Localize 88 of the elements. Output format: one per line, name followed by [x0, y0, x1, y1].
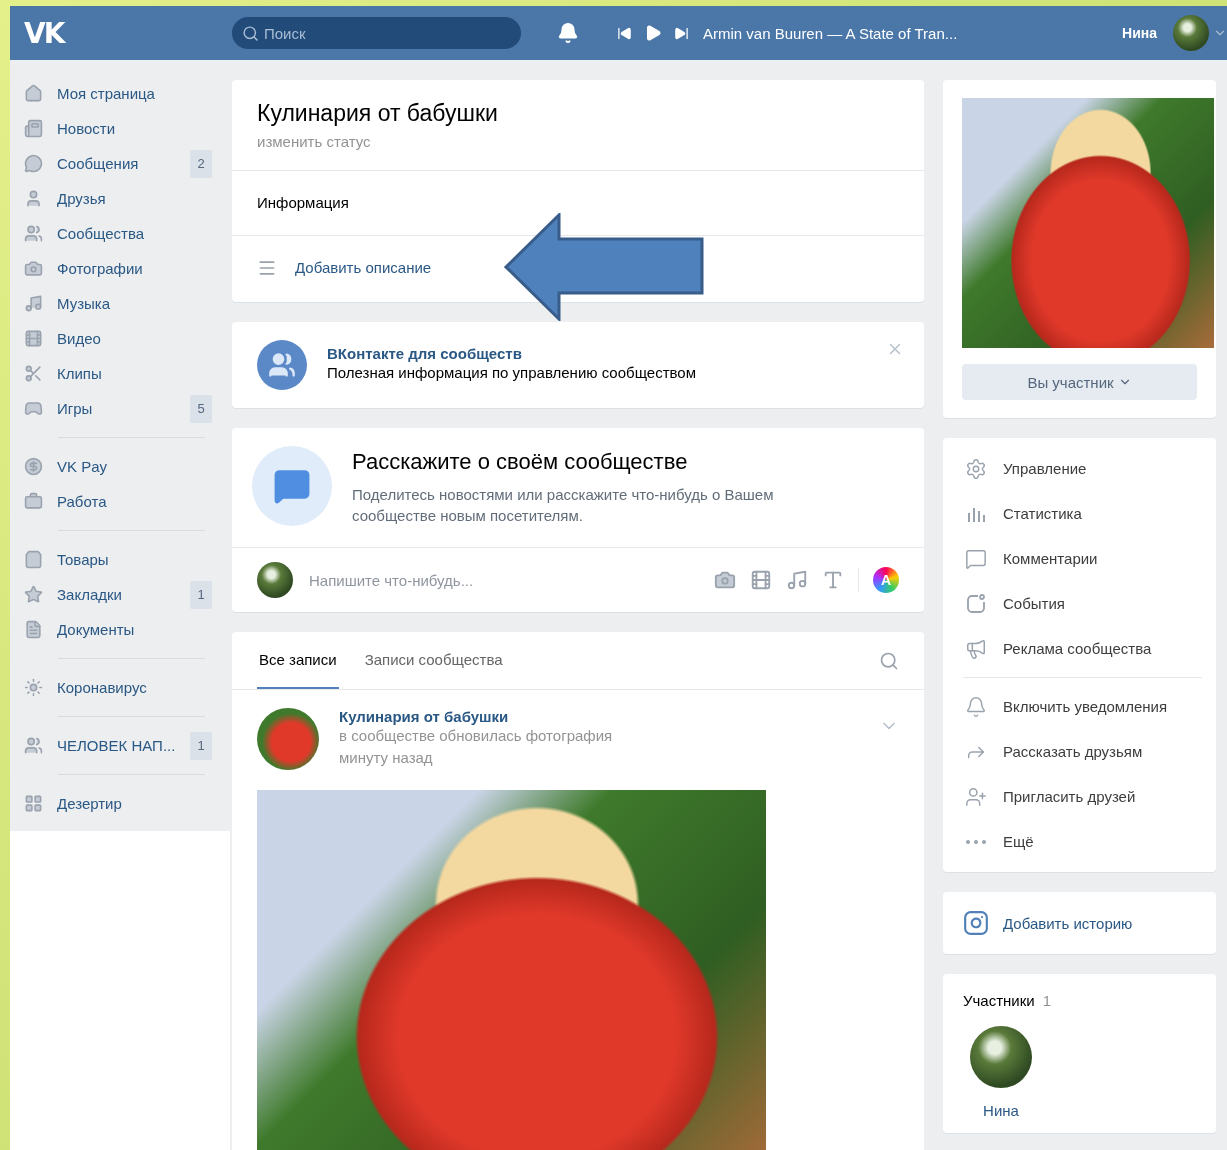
sidebar-item[interactable]: Новости — [10, 111, 230, 146]
sidebar-item[interactable]: Клипы — [10, 356, 230, 391]
sidebar-item[interactable]: ЧЕЛОВЕК НАП... 1 — [10, 728, 230, 763]
count-badge: 2 — [190, 149, 212, 178]
sidebar-item[interactable]: Закладки 1 — [10, 577, 230, 612]
bell-icon — [965, 695, 987, 718]
member-button[interactable]: Вы участник — [962, 364, 1197, 400]
film-icon[interactable] — [750, 569, 772, 592]
action-item[interactable]: Управление — [943, 446, 1216, 491]
search-field[interactable]: Поиск — [232, 17, 521, 49]
add-description-link[interactable]: Добавить описание — [295, 259, 432, 277]
action-item[interactable]: Реклама сообщества — [943, 626, 1216, 671]
coin-icon — [24, 457, 43, 476]
sidebar-item[interactable]: Работа — [10, 484, 230, 519]
promo-text: Полезная информация по управлению сообществом — [327, 363, 696, 384]
document-icon — [24, 620, 43, 639]
sidebar-item[interactable]: Фотографии — [10, 251, 230, 286]
briefcase-icon — [24, 492, 43, 511]
megaphone-icon — [965, 637, 987, 660]
sidebar-item[interactable]: Сообщения 2 — [10, 146, 230, 181]
newspaper-icon — [24, 119, 43, 138]
sidebar-item[interactable]: Моя страница — [10, 76, 230, 111]
promo-title-link[interactable]: ВКонтакте для сообществ — [327, 345, 696, 363]
count-badge: 1 — [190, 580, 212, 609]
story-camera-icon — [963, 910, 989, 936]
sidebar-item[interactable]: VK Pay — [10, 449, 230, 484]
gamepad-icon — [24, 399, 43, 418]
add-user-icon — [965, 785, 987, 808]
action-item[interactable]: Ещё — [943, 819, 1216, 864]
sidebar-item[interactable]: Коронавирус — [10, 670, 230, 705]
action-item[interactable]: События — [943, 581, 1216, 626]
sidebar-item[interactable]: Музыка — [10, 286, 230, 321]
sidebar-item[interactable]: Документы — [10, 612, 230, 647]
community-name: Кулинария от бабушки — [257, 100, 498, 127]
grid-icon — [24, 794, 43, 813]
next-track-icon[interactable] — [674, 25, 689, 41]
music-note-icon[interactable] — [786, 569, 808, 592]
user-avatar — [257, 562, 293, 599]
settings-icon — [965, 457, 987, 480]
more-icon — [966, 839, 986, 844]
members-title: Участники — [963, 992, 1035, 1009]
add-story-link[interactable]: Добавить историю — [943, 892, 1216, 954]
logo[interactable]: VK — [24, 16, 64, 50]
sidebar-item[interactable]: Сообщества — [10, 216, 230, 251]
speech-bubble-icon — [965, 547, 987, 570]
users-icon — [257, 339, 307, 390]
action-item[interactable]: Комментарии — [943, 536, 1216, 581]
post-author-link[interactable]: Кулинария от бабушки — [339, 708, 859, 726]
action-item[interactable]: Рассказать друзьям — [943, 729, 1216, 774]
scissors-icon — [24, 364, 43, 383]
info-heading: Информация — [257, 193, 349, 213]
action-item[interactable]: Включить уведомления — [943, 684, 1216, 729]
members-count: 1 — [1042, 992, 1051, 1009]
track-title[interactable]: Armin van Buuren — A State of Tran... — [703, 24, 958, 42]
chat-bubble-icon — [24, 154, 43, 173]
sidebar-item[interactable]: Игры 5 — [10, 391, 230, 426]
post-time: минуту назад — [339, 747, 434, 768]
mood-button[interactable]: A — [873, 567, 899, 594]
wall-tab[interactable]: Все записи — [257, 632, 339, 690]
user-name[interactable]: Нина — [1122, 25, 1157, 41]
count-badge: 5 — [190, 394, 212, 423]
count-badge: 1 — [190, 731, 212, 760]
user-avatar[interactable] — [1173, 15, 1209, 51]
search-icon — [242, 24, 259, 42]
tell-title: Расскажите о своём сообществе — [352, 447, 689, 476]
camera-icon — [24, 259, 43, 278]
users-icon — [24, 224, 43, 243]
user-icon — [24, 189, 43, 208]
users-icon — [24, 736, 43, 755]
shopping-bag-icon — [24, 550, 43, 569]
sidebar-item[interactable]: Друзья — [10, 181, 230, 216]
sun-icon — [24, 678, 43, 697]
member-name-link[interactable]: Нина — [983, 1101, 1019, 1119]
star-icon — [24, 585, 43, 604]
previous-track-icon[interactable] — [617, 25, 632, 41]
action-item[interactable]: Пригласить друзей — [943, 774, 1216, 819]
music-note-icon — [24, 294, 43, 313]
action-item[interactable]: Статистика — [943, 491, 1216, 536]
film-icon — [24, 329, 43, 348]
tell-text: Поделитесь новостями или расскажите что-нибудь о Вашем сообществе новым посетителям. — [352, 484, 775, 527]
sidebar-item[interactable]: Видео — [10, 321, 230, 356]
sidebar-item[interactable]: Товары — [10, 542, 230, 577]
play-icon[interactable] — [644, 24, 662, 42]
wall-tab[interactable]: Записи сообщества — [362, 632, 505, 690]
bell-icon[interactable] — [557, 22, 579, 44]
sidebar-item[interactable]: Дезертир — [10, 786, 230, 821]
home-icon — [24, 84, 43, 103]
post-action: в сообществе обновилась фотография — [339, 726, 614, 747]
